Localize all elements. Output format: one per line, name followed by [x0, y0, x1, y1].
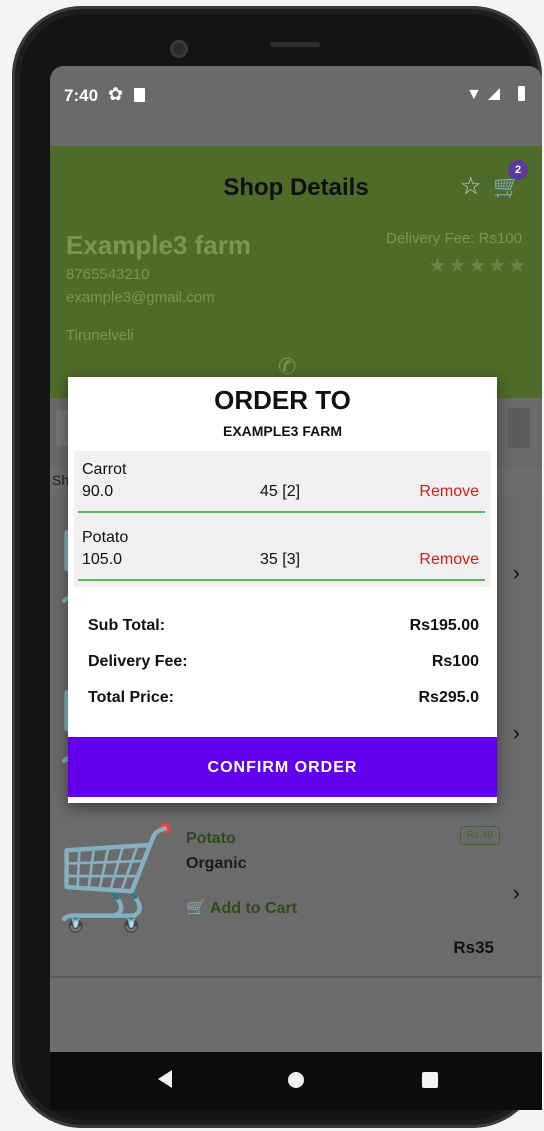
order-items-list: Carrot 90.0 45 [2] Remove Potato 105.0 3… — [74, 451, 491, 587]
front-camera — [170, 40, 188, 58]
product-card[interactable]: 🛒 Potato Organic 🛒 Add to Cart Rs.40 › Rs… — [50, 814, 542, 978]
remove-button[interactable]: Remove — [419, 551, 479, 569]
item-name: Potato — [82, 529, 129, 546]
order-dialog: ORDER TO EXAMPLE3 FARM Carrot 90.0 45 [2… — [68, 377, 497, 803]
sub-total-label: Sub Total: — [88, 617, 166, 634]
chevron-right-icon[interactable]: › — [513, 880, 520, 906]
delivery-fee-label: Delivery Fee: — [88, 653, 188, 670]
total-price-label: Total Price: — [88, 689, 174, 706]
grid-view-icon[interactable] — [508, 408, 530, 448]
battery-icon — [518, 86, 525, 101]
chevron-right-icon[interactable]: › — [513, 560, 520, 586]
item-quantity: 45 [2] — [260, 483, 301, 500]
wifi-icon: ▼ — [466, 86, 482, 103]
add-to-cart-button[interactable]: 🛒 Add to Cart — [186, 898, 297, 918]
row-divider — [78, 511, 485, 513]
delivery-fee-value: Rs100 — [431, 653, 479, 670]
item-name: Carrot — [82, 461, 127, 478]
delivery-fee: Delivery Fee: Rs100 — [386, 230, 522, 247]
price-tag: Rs.40 — [459, 826, 500, 845]
navigation-bar — [50, 1052, 542, 1110]
farm-city: Tirunelveli — [66, 327, 134, 344]
order-item-row: Potato 105.0 35 [3] Remove — [74, 519, 491, 585]
recents-icon[interactable] — [422, 1072, 438, 1088]
rating-stars: ★★★★★ — [428, 255, 528, 277]
home-icon[interactable] — [288, 1072, 304, 1088]
item-price: 105.0 — [82, 551, 123, 568]
status-bar: 7:40 ✿ ▼ — [50, 66, 542, 146]
sub-total-value: Rs195.00 — [409, 617, 479, 634]
back-icon[interactable] — [158, 1070, 172, 1088]
remove-button[interactable]: Remove — [419, 483, 479, 501]
signal-icon — [488, 88, 500, 100]
chevron-right-icon[interactable]: › — [513, 720, 520, 746]
farm-name: Example3 farm — [66, 230, 251, 260]
row-divider — [78, 579, 485, 581]
shop-header: Shop Details ☆ 🛒 2 Example3 farm 8765543… — [50, 146, 542, 398]
cart-count-badge: 2 — [508, 160, 528, 180]
add-to-cart-label: Add to Cart — [209, 900, 298, 917]
add-to-cart-icon: 🛒 — [186, 900, 206, 917]
sd-card-icon — [134, 88, 145, 102]
product-price: Rs35 — [453, 938, 494, 957]
gear-icon: ✿ — [108, 84, 124, 104]
total-price-value: Rs295.0 — [418, 689, 480, 706]
earpiece-speaker — [270, 42, 320, 47]
order-item-row: Carrot 90.0 45 [2] Remove — [74, 451, 491, 517]
item-quantity: 35 [3] — [260, 551, 301, 568]
product-name: Potato — [186, 830, 236, 847]
item-price: 90.0 — [82, 483, 114, 500]
farm-email: example3@gmail.com — [66, 289, 215, 306]
status-time: 7:40 — [64, 86, 99, 105]
star-icon[interactable]: ☆ — [460, 172, 482, 201]
product-type: Organic — [186, 855, 247, 872]
confirm-order-button[interactable]: CONFIRM ORDER — [68, 737, 497, 797]
add-cart-icon: 🛒 — [54, 822, 179, 934]
dialog-subtitle: EXAMPLE3 FARM — [222, 423, 342, 439]
dialog-title: ORDER TO — [214, 385, 351, 415]
farm-phone: 8765543210 — [66, 266, 150, 283]
